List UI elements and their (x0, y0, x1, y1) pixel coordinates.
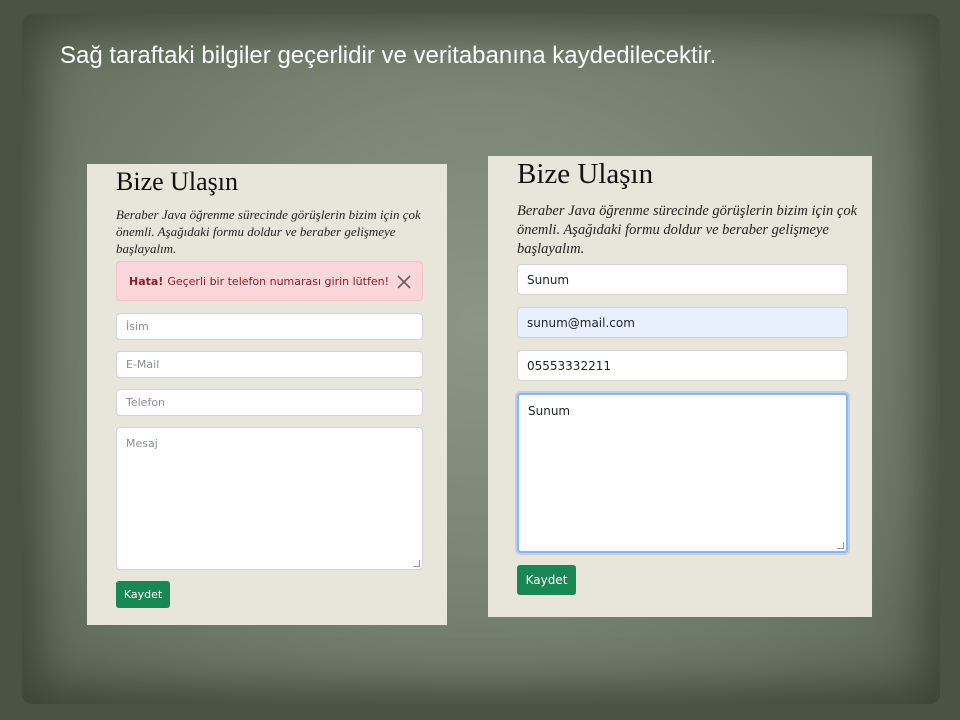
form-description: Beraber Java öğrenme sürecinde görüşleri… (116, 207, 421, 256)
name-field[interactable]: Sunum (517, 264, 848, 295)
error-alert: Hata! Geçerli bir telefon numarası girin… (116, 261, 423, 301)
form-title: Bize Ulaşın (116, 167, 239, 196)
slide-title: Sağ taraftaki bilgiler geçerlidir ve ver… (60, 42, 717, 69)
name-field[interactable]: İsim (116, 313, 423, 340)
resize-grip-icon[interactable] (413, 560, 420, 567)
left-contact-form: Bize Ulaşın Beraber Java öğrenme sürecin… (87, 164, 447, 625)
form-description: Beraber Java öğrenme sürecinde görüşleri… (517, 203, 857, 257)
save-button[interactable]: Kaydet (517, 565, 576, 595)
form-title: Bize Ulaşın (517, 158, 654, 190)
email-field[interactable]: sunum@mail.com (517, 307, 848, 338)
message-field[interactable]: Sunum (517, 393, 848, 553)
alert-message: Geçerli bir telefon numarası girin lütfe… (167, 274, 389, 288)
close-icon[interactable] (397, 275, 411, 289)
resize-grip-icon[interactable] (837, 542, 844, 549)
phone-field[interactable]: 05553332211 (517, 350, 848, 381)
message-placeholder: Mesaj (126, 437, 158, 450)
right-contact-form: Bize Ulaşın Beraber Java öğrenme sürecin… (488, 156, 872, 617)
alert-strong: Hata! (129, 274, 164, 288)
email-field[interactable]: E-Mail (116, 351, 423, 378)
save-button[interactable]: Kaydet (116, 581, 170, 608)
message-field[interactable]: Mesaj (116, 427, 423, 570)
message-value: Sunum (528, 404, 571, 418)
phone-field[interactable]: Telefon (116, 389, 423, 416)
